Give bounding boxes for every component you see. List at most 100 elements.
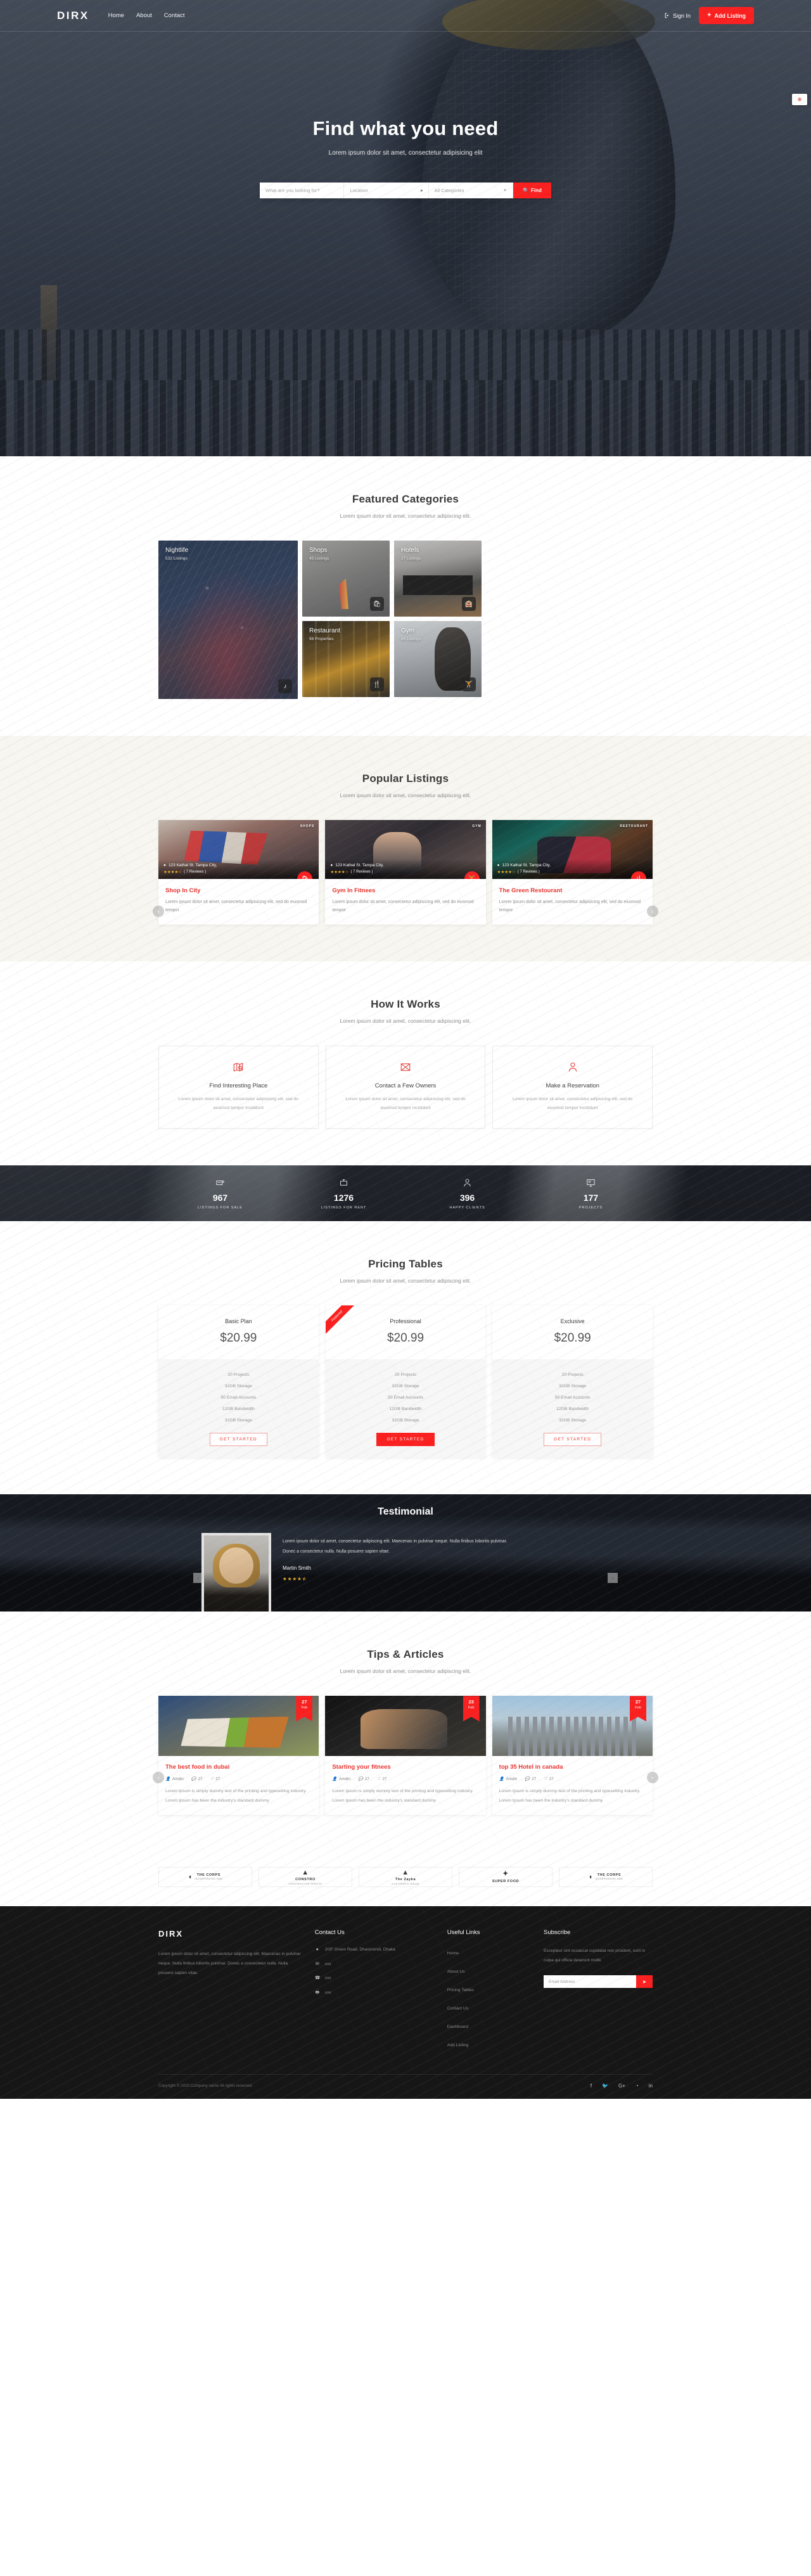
category-card-hotels[interactable]: Hotels 27 Listings 🏨 (394, 541, 482, 617)
search-keyword-field[interactable] (260, 183, 345, 198)
search-icon: 🔍 (523, 188, 530, 193)
footer-links-title: Useful Links (447, 1928, 480, 1936)
category-card-nightlife[interactable]: Nightlife 532 Listings ♪ (158, 541, 298, 699)
tips-next-button[interactable]: › (647, 1772, 658, 1784)
plan-feature: 32GB Storage (224, 1383, 252, 1388)
site-logo[interactable]: DIRX (57, 10, 89, 22)
listing-reviews: ( 7 Reviews ) (517, 870, 540, 874)
counter-happy-clients: 396 HAPPY CLIENTS (406, 1177, 529, 1210)
linkedin-icon[interactable]: in (649, 2083, 653, 2089)
tips-carousel: ‹ › 27 Feb The best food in dubai 👤 Amdin (153, 1696, 658, 1815)
nav-link-home[interactable]: Home (108, 12, 124, 19)
listings-next-button[interactable]: › (647, 906, 658, 917)
comment-icon: 💬 (358, 1777, 363, 1782)
listing-card[interactable]: RESTOURANT ● 123 Kathal St. Tampa City, … (492, 820, 653, 925)
footer-logo[interactable]: DIRX (158, 1929, 302, 1938)
facebook-icon[interactable]: f (591, 2083, 592, 2089)
article-title[interactable]: Starting your fitnees (332, 1764, 478, 1771)
rss-icon[interactable]: ◔ (635, 2083, 639, 2089)
brand-sub: INCORPORATED 1880 (195, 1878, 223, 1881)
footer-link-dashboard[interactable]: Dashboard (447, 2025, 468, 2029)
how-card-contact-owners[interactable]: Contact a Few Owners Lorem ipsum dolor s… (325, 1045, 486, 1129)
plan-feature: 32GB Storage (559, 1418, 587, 1423)
theme-settings-widget[interactable]: ❄ (792, 94, 807, 105)
article-desc: Lorem Ipsum is simply dummy text of the … (332, 1789, 474, 1803)
footer-link-add-listing[interactable]: Add Listing (447, 2043, 469, 2047)
how-title: How It Works (371, 997, 440, 1010)
listing-rating: ★★★★☆ ( 7 Reviews ) (163, 869, 314, 875)
footer-link-home[interactable]: Home (447, 1951, 459, 1956)
email-field[interactable] (544, 1975, 637, 1989)
star-icons: ★★★★☆ (330, 870, 349, 875)
counter-listings-for-rent: 1276 LISTINGS FOR RENT (282, 1177, 406, 1210)
search-input[interactable] (265, 188, 338, 193)
brand-logo[interactable]: ◖ THE CORPS INCORPORATED 1880 (559, 1866, 653, 1887)
brand-mark-icon: ▲ (302, 1869, 309, 1877)
location-pin-icon: ● (497, 863, 500, 868)
nav-link-about[interactable]: About (136, 12, 152, 19)
brand-logo[interactable]: ▲ The Zayka A AUTHENTIC INDIAN (359, 1866, 452, 1887)
user-icon: 👤 (332, 1777, 338, 1782)
article-card[interactable]: 27 Feb top 35 Hotel in canada 👤 Amdin 💬 27… (492, 1696, 653, 1815)
listing-title[interactable]: Gym In Fitnees (332, 887, 478, 894)
popular-title: Popular Listings (362, 772, 449, 785)
listing-address: 123 Kathal St. Tampa City, (335, 863, 384, 868)
how-card-make-reservation[interactable]: Make a Reservation Lorem ipsum dolor sit… (492, 1045, 653, 1129)
how-card-find-place[interactable]: Find Interesting Place Lorem ipsum dolor… (158, 1045, 319, 1129)
category-name: Nightlife (165, 547, 189, 554)
category-count: 45 Listings (309, 556, 329, 561)
brand-logo[interactable]: ▲ CONSTRO CONSTRUCTION SERVICE (259, 1866, 352, 1887)
listing-title[interactable]: The Green Restourant (499, 887, 646, 894)
sign-in-button[interactable]: Sign In (665, 13, 691, 19)
find-button[interactable]: 🔍 Find (513, 183, 551, 198)
footer-link-about[interactable]: About Us (447, 1970, 465, 1974)
category-count: 532 Listings (165, 556, 188, 561)
article-title[interactable]: The best food in dubai (165, 1764, 312, 1771)
brand-logo[interactable]: ✦ SUPER FOOD (459, 1866, 552, 1887)
brand-name: SUPER FOOD (492, 1879, 520, 1883)
footer-subscribe-text: Excepteur sint occaecat cupidatat non pr… (544, 1948, 646, 1963)
article-date-badge: 23 Feb (463, 1696, 480, 1722)
testimonial-prev-button[interactable]: ‹ (193, 1573, 203, 1584)
monitor-icon (587, 1179, 595, 1187)
category-value: All Categories (434, 188, 464, 193)
article-card[interactable]: 23 Feb Starting your fitnees 👤 Amdin 💬 27 … (325, 1696, 486, 1815)
pricing-title: Pricing Tables (368, 1258, 443, 1271)
counter-value: 396 (459, 1192, 475, 1203)
location-pin-icon: ● (330, 863, 333, 868)
listing-address: 123 Kathal St. Tampa City, (168, 863, 217, 868)
location-input[interactable] (350, 188, 423, 193)
brand-mark-icon: ◖ (188, 1873, 193, 1881)
print-icon: 🖶 (315, 1990, 320, 1995)
testimonial-next-button[interactable]: › (608, 1573, 618, 1584)
footer-contact-column: Contact Us ● 20/F Green Road, Dhanmondi, … (315, 1929, 435, 2056)
listing-card[interactable]: GYM ● 123 Kathal St. Tampa City, ★★★★☆ (… (325, 820, 486, 925)
get-started-button[interactable]: GET STARTED (544, 1433, 602, 1447)
nav-link-contact[interactable]: Contact (164, 12, 185, 19)
article-month: Feb (468, 1705, 475, 1710)
search-category-select[interactable]: All Categories ▼ (429, 183, 513, 198)
listing-title[interactable]: Shop In City (165, 887, 312, 894)
article-card[interactable]: 27 Feb The best food in dubai 👤 Amdin 💬 27… (158, 1696, 319, 1815)
brand-logo[interactable]: ◖ THE CORPS INCORPORATED 1880 (158, 1866, 252, 1887)
counter-value: 177 (583, 1192, 599, 1203)
search-location-field[interactable]: ● (344, 183, 429, 198)
twitter-icon[interactable]: 🐦 (602, 2083, 608, 2089)
category-card-restaurant[interactable]: Restaurant 98 Properties 🍴 (302, 621, 390, 697)
listing-tag: GYM (472, 824, 482, 828)
footer-link-pricing[interactable]: Pricing Tables (447, 1988, 474, 1992)
category-card-shops[interactable]: Shops 45 Listings 🛍 (302, 541, 390, 617)
listing-card[interactable]: SHOPS ● 123 Kathal St. Tampa City, ★★★★☆… (158, 820, 319, 925)
google-plus-icon[interactable]: G+ (618, 2083, 625, 2089)
footer-subscribe-title: Subscribe (544, 1928, 571, 1936)
location-pin-icon: ● (316, 1947, 319, 1952)
footer-contact-title: Contact Us (314, 1928, 345, 1936)
get-started-button[interactable]: GET STARTED (376, 1433, 435, 1447)
footer-link-contact[interactable]: Contact Us (447, 2006, 469, 2011)
category-card-gym[interactable]: Gym 85 Listings 🏋 (394, 621, 482, 697)
get-started-button[interactable]: GET STARTED (209, 1433, 267, 1447)
listings-prev-button[interactable]: ‹ (153, 906, 164, 917)
article-title[interactable]: top 35 Hotel in canada (499, 1764, 646, 1771)
subscribe-submit-button[interactable]: ➤ (636, 1975, 653, 1989)
add-listing-button[interactable]: + Add Listing (699, 7, 754, 24)
